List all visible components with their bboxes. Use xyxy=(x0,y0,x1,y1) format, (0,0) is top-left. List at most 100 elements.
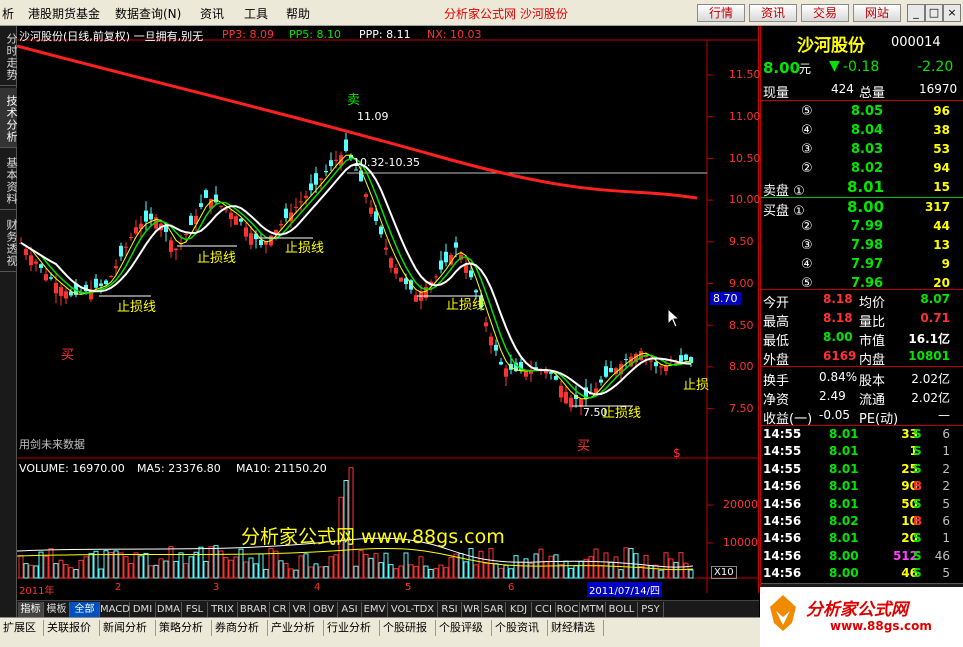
indicator-tab[interactable]: SAR xyxy=(482,602,506,617)
volume-bar xyxy=(168,546,174,579)
volume-tick: 20000 xyxy=(723,498,758,511)
maximize-button[interactable]: □ xyxy=(925,4,943,22)
indicator-tab[interactable]: 全部 xyxy=(70,602,100,617)
menu-item-data-query[interactable]: 数据查询(N) xyxy=(115,5,181,22)
tab-intraday[interactable]: 分时走势 xyxy=(0,26,18,86)
stock-name: 沙河股份 xyxy=(797,36,865,56)
bid-row[interactable]: ④ 7.97 9 xyxy=(761,255,963,274)
indicator-tab[interactable]: EMV xyxy=(362,602,388,617)
status-tab[interactable]: 行业分析 xyxy=(324,620,380,636)
volume-bar xyxy=(363,553,369,579)
bid-row[interactable]: 买盘 ① 8.00 317 xyxy=(761,198,963,219)
price-tick: 9.50 xyxy=(729,235,754,248)
bid-row[interactable]: ③ 7.98 13 xyxy=(761,236,963,255)
status-tab[interactable]: 策略分析 xyxy=(156,620,212,636)
status-tab[interactable]: 关联报价 xyxy=(44,620,100,636)
stat-value: 2.49 xyxy=(819,389,846,403)
indicator-tab[interactable]: 模板 xyxy=(44,602,70,617)
indicator-tab[interactable]: TRIX xyxy=(208,602,238,617)
indicator-tab[interactable]: DMI xyxy=(130,602,156,617)
ask-row[interactable]: ④ 8.04 38 xyxy=(761,121,963,140)
status-tab[interactable]: 个股资讯 xyxy=(492,620,548,636)
tab-fundamentals[interactable]: 基本资料 xyxy=(0,150,18,210)
ask-row[interactable]: 卖盘 ① 8.01 15 xyxy=(761,178,963,199)
volume-bar xyxy=(198,546,204,579)
price-tick: 11.00 xyxy=(729,110,761,123)
candle-body xyxy=(129,236,133,239)
bid-row[interactable]: ② 7.99 44 xyxy=(761,217,963,236)
indicator-tab[interactable]: OBV xyxy=(310,602,338,617)
status-tab[interactable]: 个股评级 xyxy=(436,620,492,636)
indicator-tab[interactable]: DMA xyxy=(156,602,182,617)
indicator-tab[interactable]: 指标 xyxy=(18,602,44,617)
candle-body xyxy=(29,255,33,266)
candle-body xyxy=(259,239,263,246)
candle-body xyxy=(299,201,303,203)
menu-item-analysis[interactable]: 析 xyxy=(2,5,14,22)
candle-body xyxy=(214,194,218,203)
indicator-tab[interactable]: CCI xyxy=(532,602,556,617)
indicator-tab[interactable]: PSY xyxy=(638,602,664,617)
stat-row: 今开 8.18 均价 8.07 xyxy=(761,290,963,311)
volume-bar xyxy=(53,563,59,579)
status-tab[interactable]: 新闻分析 xyxy=(100,620,156,636)
info-button[interactable]: 资讯 xyxy=(749,4,797,22)
indicator-tab[interactable]: WR xyxy=(462,602,482,617)
volume-bar xyxy=(563,560,569,579)
menu-item-hk-futures[interactable]: 港股期货基金 xyxy=(28,5,100,22)
app-title: 分析家公式网 沙河股份 xyxy=(444,7,568,21)
trade-button[interactable]: 交易 xyxy=(801,4,849,22)
status-tab[interactable]: 财经精选 xyxy=(548,620,604,636)
close-button[interactable]: × xyxy=(943,4,961,22)
volume-bar xyxy=(673,561,679,579)
ask-row[interactable]: ⑤ 8.05 96 xyxy=(761,102,963,121)
indicator-tab[interactable]: FSL xyxy=(182,602,208,617)
minimize-button[interactable]: _ xyxy=(907,4,925,22)
status-tab[interactable]: 个股研报 xyxy=(380,620,436,636)
quote-button[interactable]: 行情 xyxy=(697,4,745,22)
status-tab[interactable]: 扩展区 xyxy=(0,620,44,636)
volume-bar xyxy=(668,558,674,579)
ask-row[interactable]: ② 8.02 94 xyxy=(761,159,963,178)
tab-financials[interactable]: 财务透视 xyxy=(0,212,18,272)
candle-body xyxy=(99,283,103,286)
status-tab[interactable]: 产业分析 xyxy=(268,620,324,636)
menu-item-tools[interactable]: 工具 xyxy=(244,5,268,22)
indicator-tab[interactable]: MACD xyxy=(100,602,130,617)
volume-bar xyxy=(43,555,49,579)
bid-level-label: ② xyxy=(801,219,813,234)
volume-bar xyxy=(428,568,434,579)
indicator-tab[interactable]: MTM xyxy=(580,602,606,617)
tick-count: 5 xyxy=(942,496,950,511)
ask-row[interactable]: ③ 8.03 53 xyxy=(761,140,963,159)
kline-chart[interactable]: 沙河股份(日线,前复权) 一旦拥有,别无 PP3: 8.09 PP5: 8.10… xyxy=(17,26,761,597)
website-button[interactable]: 网站 xyxy=(853,4,901,22)
volume-bar xyxy=(618,569,624,579)
tick-count: 6 xyxy=(942,427,950,441)
indicator-tab[interactable]: BOLL xyxy=(606,602,638,617)
tick-side: B xyxy=(913,479,923,494)
indicator-tab[interactable]: CR xyxy=(270,602,290,617)
indicator-tab[interactable]: RSI xyxy=(438,602,462,617)
volume-bar xyxy=(123,556,129,579)
indicator-tab[interactable]: KDJ xyxy=(506,602,532,617)
indicator-tab[interactable]: ASI xyxy=(338,602,362,617)
menu-item-news[interactable]: 资讯 xyxy=(200,5,224,22)
tick-count: 2 xyxy=(942,479,950,494)
indicator-tab[interactable]: VOL-TDX xyxy=(388,602,438,617)
volume-bar xyxy=(448,556,454,579)
indicator-tab[interactable]: BRAR xyxy=(238,602,270,617)
bid-volume: 317 xyxy=(924,200,950,214)
volume-bar xyxy=(143,552,149,579)
volume-bar xyxy=(58,559,64,579)
indicator-tab[interactable]: ROC xyxy=(556,602,580,617)
volume-bar xyxy=(173,560,179,579)
volume-bar xyxy=(28,564,34,579)
menu-item-help[interactable]: 帮助 xyxy=(286,5,310,22)
volume-bar xyxy=(498,567,504,579)
candle-body xyxy=(444,251,448,263)
tab-technical[interactable]: 技术分析 xyxy=(0,88,18,148)
indicator-tab[interactable]: VR xyxy=(290,602,310,617)
status-tab[interactable]: 券商分析 xyxy=(212,620,268,636)
volume-bar xyxy=(503,564,509,579)
